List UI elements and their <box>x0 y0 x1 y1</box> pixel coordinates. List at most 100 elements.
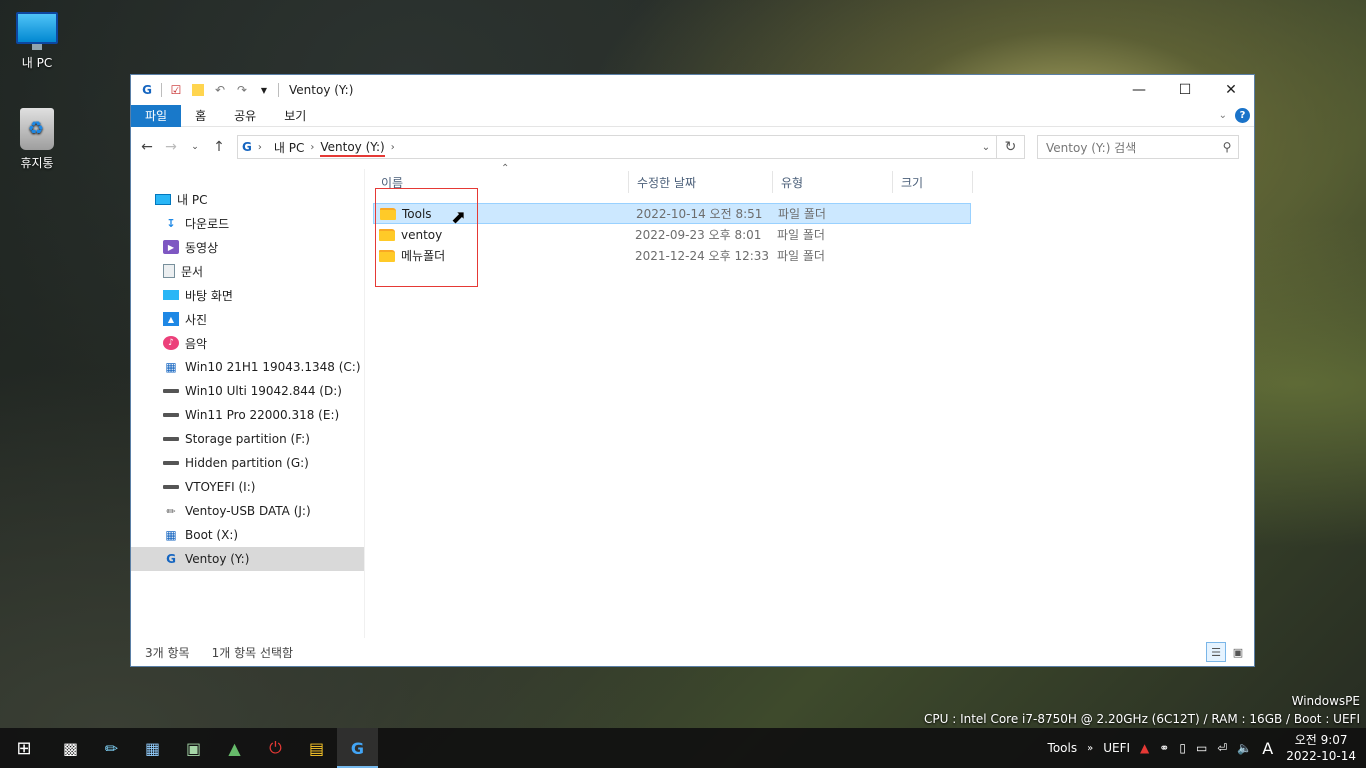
customize-toolbar-icon[interactable]: ▼ <box>256 82 272 98</box>
properties-icon[interactable]: ☑ <box>168 82 184 98</box>
item-count: 3개 항목 <box>145 645 190 660</box>
ventoy-taskbar-icon[interactable]: G <box>337 728 378 768</box>
sidebar-item-pictures[interactable]: ▲ 사진 <box>131 307 364 331</box>
drive-icon <box>163 413 179 417</box>
computer-icon <box>155 193 171 205</box>
recent-locations-button[interactable]: ⌄ <box>183 135 207 159</box>
terminal-icon[interactable]: ▩ <box>50 728 91 768</box>
clock-date: 2022-10-14 <box>1286 749 1356 763</box>
details-view-button[interactable]: ☰ <box>1206 642 1226 662</box>
file-date: 2021-12-24 오후 12:33 <box>635 249 770 263</box>
sidebar-item-label: Storage partition (F:) <box>185 432 310 446</box>
search-box[interactable]: Ventoy (Y:) 검색 ⚲ <box>1037 135 1239 159</box>
ribbon-tabs: 파일 홈 공유 보기 ⌄ ? <box>131 104 1254 127</box>
toolbar-tools[interactable]: Tools <box>1043 741 1083 755</box>
start-button[interactable]: ⊞ <box>0 728 48 768</box>
sidebar-item-this-pc[interactable]: 내 PC <box>131 187 364 211</box>
drive-icon <box>163 389 179 393</box>
address-bar[interactable]: G › 내 PC › Ventoy (Y:) › ⌄ <box>237 135 997 159</box>
breadcrumb-this-pc[interactable]: 내 PC <box>268 139 310 156</box>
recycle-bin-icon <box>20 108 54 150</box>
clock[interactable]: 오전 9:07 2022-10-14 <box>1278 732 1366 764</box>
new-folder-icon[interactable] <box>190 82 206 98</box>
maximize-button[interactable]: ☐ <box>1162 75 1208 105</box>
sidebar-item-drive-f[interactable]: Storage partition (F:) <box>131 427 364 451</box>
search-icon: ⚲ <box>1222 140 1232 154</box>
file-explorer-icon[interactable]: ▤ <box>296 728 337 768</box>
column-label: 수정한 날짜 <box>637 175 697 190</box>
close-button[interactable]: ✕ <box>1208 75 1254 105</box>
desktop-icon-recycle-bin[interactable]: 휴지통 <box>5 108 69 171</box>
sidebar-item-drive-y[interactable]: G Ventoy (Y:) <box>131 547 364 571</box>
installer-icon[interactable]: ▲ <box>214 728 255 768</box>
notepad-icon[interactable]: ✏ <box>91 728 132 768</box>
drive-icon <box>163 485 179 489</box>
network-status-icon[interactable]: ▲ <box>1135 741 1154 755</box>
calculator-icon[interactable]: ▦ <box>132 728 173 768</box>
ventoy-icon: G <box>242 140 252 154</box>
forward-button[interactable]: → <box>159 135 183 159</box>
address-dropdown-icon[interactable]: ⌄ <box>976 142 996 153</box>
sidebar-item-videos[interactable]: ▶ 동영상 <box>131 235 364 259</box>
help-icon[interactable]: ? <box>1235 108 1250 123</box>
column-header-type[interactable]: 유형 <box>773 171 893 193</box>
windows-drive-icon: ▦ <box>165 528 177 542</box>
sidebar-item-drive-e[interactable]: Win11 Pro 22000.318 (E:) <box>131 403 364 427</box>
sidebar-item-label: Win11 Pro 22000.318 (E:) <box>185 408 340 422</box>
desktop-icon-label: 내 PC <box>21 56 53 70</box>
input-method-indicator[interactable]: A <box>1257 739 1278 758</box>
watermark-title: WindowsPE <box>1291 694 1360 708</box>
divider <box>278 83 279 97</box>
sidebar-item-downloads[interactable]: ↧ 다운로드 <box>131 211 364 235</box>
tab-share[interactable]: 공유 <box>220 105 270 127</box>
column-header-date[interactable]: 수정한 날짜 <box>629 171 773 193</box>
breadcrumb-current[interactable]: Ventoy (Y:) <box>320 140 385 157</box>
sidebar-item-drive-d[interactable]: Win10 Ulti 19042.844 (D:) <box>131 379 364 403</box>
sidebar-item-documents[interactable]: 문서 <box>131 259 364 283</box>
sidebar-item-label: 바탕 화면 <box>185 288 233 303</box>
power-icon[interactable]: ⏻ <box>255 728 296 768</box>
minimize-button[interactable]: — <box>1116 75 1162 105</box>
tab-home[interactable]: 홈 <box>181 105 220 127</box>
sidebar-item-label: 음악 <box>185 336 208 351</box>
up-button[interactable]: ↑ <box>207 135 231 159</box>
globe-icon[interactable]: ⚭ <box>1154 741 1174 755</box>
sidebar-item-drive-x[interactable]: ▦ Boot (X:) <box>131 523 364 547</box>
drive-icon <box>163 461 179 465</box>
toolbar-expand-icon[interactable]: » <box>1082 743 1098 754</box>
sidebar-item-drive-c[interactable]: ▦ Win10 21H1 19043.1348 (C:) <box>131 355 364 379</box>
back-button[interactable]: ← <box>135 135 159 159</box>
tab-view[interactable]: 보기 <box>270 105 320 127</box>
undo-icon[interactable]: ↶ <box>212 82 228 98</box>
sidebar-item-music[interactable]: ♪ 음악 <box>131 331 364 355</box>
sidebar-item-label: 다운로드 <box>185 216 230 231</box>
sidebar-item-drive-i[interactable]: VTOYEFI (I:) <box>131 475 364 499</box>
large-icons-view-button[interactable]: ▣ <box>1228 642 1248 662</box>
boot-mode-label: UEFI <box>1103 741 1131 755</box>
mouse-cursor-icon: ⬈ <box>451 207 467 228</box>
system-tray: Tools » UEFI ▲ ⚭ ▯ ▭ ⏎ 🔈 A 오전 9:07 2022-… <box>1043 728 1366 768</box>
chevron-right-icon[interactable]: › <box>252 142 268 153</box>
usb-eject-icon[interactable]: ▯ <box>1174 741 1191 755</box>
redo-icon[interactable]: ↷ <box>234 82 250 98</box>
expand-ribbon-icon[interactable]: ⌄ <box>1219 110 1227 121</box>
sidebar-item-label: Win10 Ulti 19042.844 (D:) <box>185 384 342 398</box>
ventoy-icon: G <box>142 83 152 97</box>
sidebar-item-desktop[interactable]: 바탕 화면 <box>131 283 364 307</box>
battery-icon[interactable]: ▭ <box>1191 741 1212 755</box>
search-input[interactable]: Ventoy (Y:) 검색 <box>1046 139 1136 156</box>
desktop-icon-this-pc[interactable]: 내 PC <box>5 12 69 71</box>
refresh-button[interactable]: ↻ <box>997 135 1025 159</box>
power-plug-icon[interactable]: ⏎ <box>1212 741 1232 755</box>
sidebar-item-drive-g[interactable]: Hidden partition (G:) <box>131 451 364 475</box>
tab-file[interactable]: 파일 <box>131 104 182 127</box>
sidebar-item-label: Hidden partition (G:) <box>185 456 309 470</box>
chevron-right-icon[interactable]: › <box>391 142 395 153</box>
file-date: 2022-09-23 오후 8:01 <box>635 228 762 242</box>
column-header-size[interactable]: 크기 <box>893 171 973 193</box>
hardware-icon[interactable]: ▣ <box>173 728 214 768</box>
sidebar-item-drive-j[interactable]: ✏ Ventoy-USB DATA (J:) <box>131 499 364 523</box>
status-bar: 3개 항목 1개 항목 선택함 ☰ ▣ <box>131 638 1254 666</box>
sidebar-item-label: 동영상 <box>185 240 219 255</box>
volume-icon[interactable]: 🔈 <box>1232 741 1257 755</box>
